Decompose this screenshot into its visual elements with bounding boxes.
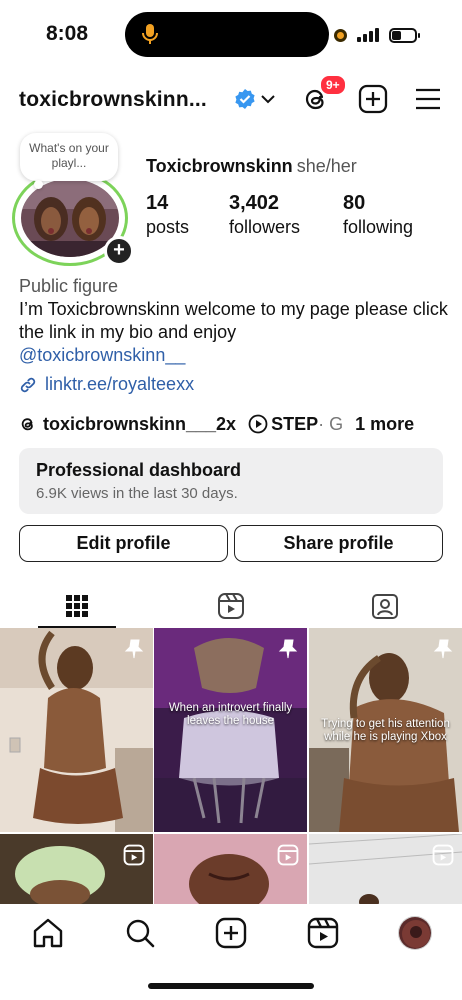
share-profile-button[interactable]: Share profile <box>234 525 443 562</box>
post-thumbnail[interactable] <box>0 628 153 832</box>
status-bar: 8:08 <box>0 0 462 70</box>
microphone-icon <box>142 24 158 44</box>
status-time: 8:08 <box>46 22 89 45</box>
home-icon[interactable] <box>31 916 65 950</box>
profile-category: Public figure <box>19 276 119 296</box>
stat-following[interactable]: 80 following <box>343 192 413 238</box>
reels-icon <box>218 593 244 619</box>
battery-icon <box>389 27 420 43</box>
music-artist-truncated: · G <box>318 413 344 434</box>
reel-indicator-icon <box>123 844 145 866</box>
stat-label: posts <box>146 217 190 237</box>
post-thumbnail[interactable]: Trying to get his attention while he is … <box>309 628 462 832</box>
stat-label: followers <box>229 217 301 237</box>
reel-indicator-icon <box>277 844 299 866</box>
link-icon <box>20 377 36 392</box>
notes-bubble[interactable]: What's on your playl... <box>20 133 118 181</box>
dynamic-island <box>125 12 329 57</box>
post-thumbnail[interactable] <box>0 834 153 904</box>
username-switcher[interactable]: toxicbrownskinn... <box>19 88 207 112</box>
stat-value: 3,402 <box>229 192 280 214</box>
bio-link-text: linktr.ee/royalteexx <box>45 374 195 394</box>
reel-indicator-icon <box>432 844 454 866</box>
create-icon[interactable] <box>358 84 388 114</box>
notes-bubble-tail <box>34 180 43 189</box>
tab-posts-grid[interactable] <box>0 584 154 628</box>
music-title[interactable]: STEP <box>271 414 318 435</box>
bottom-navigation <box>0 904 462 1000</box>
display-name: Toxicbrownskinn she/her <box>146 156 357 177</box>
pinned-icon <box>278 639 298 659</box>
threads-handle-link[interactable]: toxicbrownskinn___2x <box>43 414 236 435</box>
stat-posts[interactable]: 14 posts <box>146 192 189 238</box>
tab-reels[interactable] <box>154 584 308 628</box>
edit-profile-button[interactable]: Edit profile <box>19 525 228 562</box>
search-icon[interactable] <box>123 916 157 950</box>
profile-avatar-nav[interactable] <box>398 916 432 950</box>
bio-text: I’m Toxicbrownskinn welcome to my page p… <box>19 299 448 342</box>
bio-link[interactable]: linktr.ee/royalteexx <box>19 374 194 395</box>
status-indicators <box>334 24 420 46</box>
verified-badge-icon <box>235 89 255 109</box>
dashboard-title: Professional dashboard <box>36 460 242 480</box>
stat-followers[interactable]: 3,402 followers <box>229 192 300 238</box>
profile-extras-row: toxicbrownskinn___2x STEP · G 1 more <box>19 412 414 436</box>
bio-mention-link[interactable]: @toxicbrownskinn__ <box>19 345 185 366</box>
dashboard-subtitle: 6.9K views in the last 30 days. <box>36 485 238 502</box>
post-caption-overlay: When an introvert finally leaves the hou… <box>168 702 293 727</box>
stat-value: 80 <box>343 192 366 214</box>
tab-tagged[interactable] <box>308 584 462 628</box>
add-story-button[interactable]: + <box>104 236 134 266</box>
more-links-button[interactable]: 1 more <box>355 414 414 435</box>
pinned-icon <box>433 639 453 659</box>
threads-small-icon <box>21 418 33 431</box>
menu-icon[interactable] <box>414 86 442 112</box>
notification-badge: 9+ <box>319 74 347 96</box>
stat-value: 14 <box>146 192 169 214</box>
profile-header: toxicbrownskinn... 9+ <box>0 74 462 122</box>
post-thumbnail[interactable] <box>154 834 307 904</box>
posts-grid: When an introvert finally leaves the hou… <box>0 628 462 904</box>
profile-tabs <box>0 584 462 628</box>
pinned-icon <box>124 639 144 659</box>
post-thumbnail[interactable] <box>309 834 462 904</box>
signal-icon <box>357 28 379 42</box>
home-indicator <box>148 983 314 989</box>
display-name-text: Toxicbrownskinn <box>146 156 293 176</box>
pronouns: she/her <box>296 156 357 176</box>
profile-avatar[interactable]: + <box>12 170 134 266</box>
tagged-icon <box>372 594 398 619</box>
post-caption-overlay: Trying to get his attention while he is … <box>321 718 450 743</box>
create-icon[interactable] <box>214 916 248 950</box>
stat-label: following <box>343 217 414 237</box>
post-thumbnail[interactable]: When an introvert finally leaves the hou… <box>154 628 307 832</box>
chevron-down-icon[interactable] <box>259 90 277 108</box>
grid-icon <box>66 595 88 617</box>
mic-in-use-icon <box>334 28 347 42</box>
professional-dashboard[interactable]: Professional dashboard 6.9K views in the… <box>19 448 443 514</box>
play-circle-icon <box>248 414 268 434</box>
reels-icon[interactable] <box>306 916 340 950</box>
